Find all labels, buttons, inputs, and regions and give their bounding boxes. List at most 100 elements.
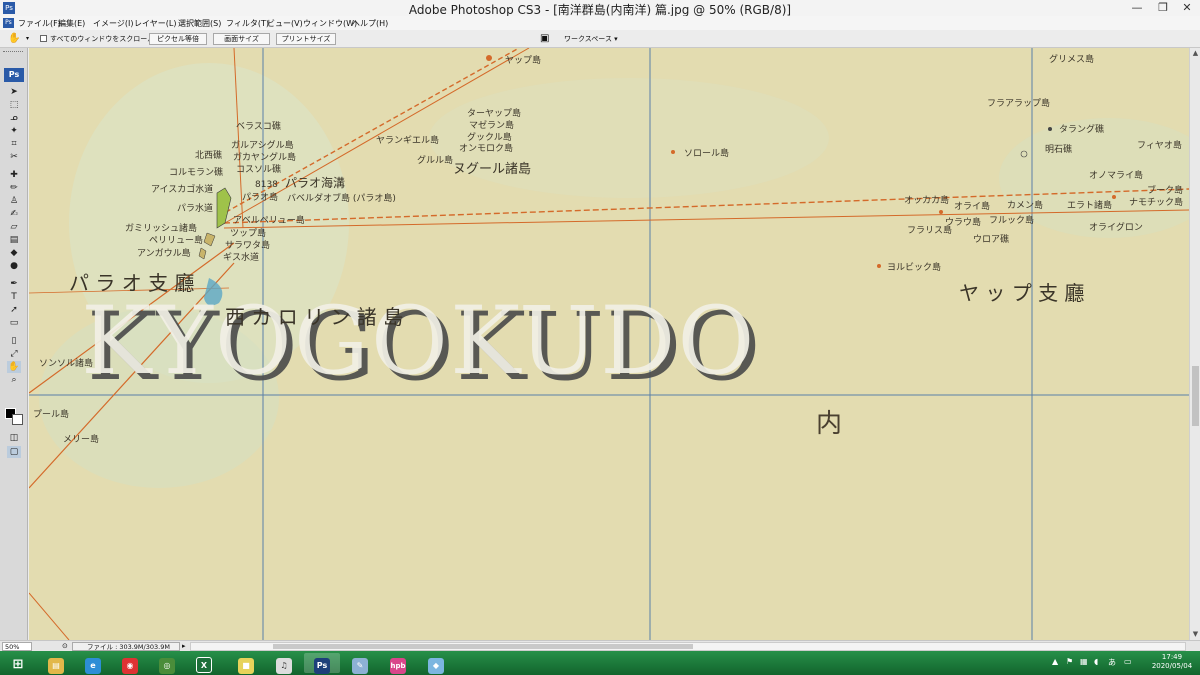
label-region-parao: パ ラ オ 支 廳	[69, 271, 194, 295]
dodge-icon[interactable]: ●	[7, 260, 21, 272]
label-tsupa: ツップ島	[230, 227, 266, 239]
taskbar-chrome-alt[interactable]: ◎	[149, 653, 185, 674]
marquee-icon[interactable]: ⬚	[7, 99, 21, 111]
pen-icon[interactable]: ✒	[7, 278, 21, 290]
zoom-field[interactable]: 50%	[2, 642, 32, 651]
type-icon[interactable]: T	[7, 291, 21, 303]
magic-wand-icon[interactable]: ✦	[7, 125, 21, 137]
tray-flag-icon[interactable]: ⚑	[1066, 657, 1073, 666]
label-urau: ウラウ島	[945, 216, 981, 228]
label-gakayanguru: ガカヤングル島	[233, 151, 296, 163]
fit-screen-button[interactable]: 画面サイズ	[213, 33, 270, 45]
menu-edit[interactable]: 編集(E)	[58, 18, 85, 29]
file-explorer-icon: ▤	[48, 658, 64, 674]
workspace-menu[interactable]: ワークスペース ▾	[564, 34, 618, 44]
lasso-icon[interactable]: ᓄ	[7, 112, 21, 124]
quick-mask-icon[interactable]: ◫	[7, 432, 21, 444]
label-kamen: カメン島	[1007, 199, 1043, 211]
path-select-icon[interactable]: ➚	[7, 304, 21, 316]
document-canvas[interactable]: KYOGOKUDO KYOGOKUDO グリメス島 フラアラップ島 タラング礁 …	[29, 48, 1189, 640]
tray-network-icon[interactable]: ▦	[1080, 657, 1088, 666]
menu-file[interactable]: ファイル(F)	[18, 18, 61, 29]
label-onmorok: オンモロク島	[459, 142, 513, 154]
taskbar-folder[interactable]: ■	[228, 653, 264, 674]
slice-icon[interactable]: ✂	[7, 151, 21, 163]
label-sororu: ソロール島	[684, 147, 729, 159]
print-size-button[interactable]: プリントサイズ	[276, 33, 336, 45]
tray-keyboard-icon[interactable]: ▭	[1124, 657, 1132, 666]
label-fraarap: フラアラップ島	[987, 97, 1050, 109]
minimize-button[interactable]: —	[1124, 0, 1150, 16]
taskbar-ie[interactable]: e	[75, 653, 111, 674]
menu-view[interactable]: ビュー(V)	[267, 18, 303, 29]
taskbar-itunes[interactable]: ♫	[266, 653, 302, 674]
label-oraigron: オライグロン	[1089, 221, 1143, 233]
scroll-up-icon[interactable]: ▲	[1191, 49, 1200, 58]
label-naimain: 内	[816, 409, 842, 439]
taskbar-excel[interactable]: X	[186, 653, 222, 673]
menu-help[interactable]: ヘルプ(H)	[352, 18, 388, 29]
tool-preset-chevron-icon[interactable]: ▾	[26, 35, 29, 42]
shape-icon[interactable]: ▭	[7, 317, 21, 329]
tray-up-chevron-icon[interactable]: ▲	[1052, 657, 1058, 666]
tray-volume-icon[interactable]: ◖	[1094, 657, 1098, 666]
brush-icon[interactable]: ✏	[7, 182, 21, 194]
eraser-icon[interactable]: ▱	[7, 221, 21, 233]
taskbar-hpb[interactable]: hpb	[380, 653, 416, 674]
background-color-swatch[interactable]	[12, 414, 23, 425]
vertical-scrollbar[interactable]: ▲ ▼	[1189, 48, 1200, 640]
scroll-all-checkbox[interactable]	[40, 35, 47, 42]
menu-filter[interactable]: フィルタ(T)	[226, 18, 269, 29]
horizontal-scrollbar[interactable]	[190, 642, 1186, 651]
notes-icon[interactable]: ▯	[7, 335, 21, 347]
history-brush-icon[interactable]: ✍	[7, 208, 21, 220]
actual-pixels-button[interactable]: ピクセル等倍	[149, 33, 207, 45]
taskbar-chrome[interactable]: ◉	[112, 653, 148, 674]
taskbar-misc[interactable]: ◆	[418, 653, 454, 674]
label-onomarai: オノマライ島	[1089, 169, 1143, 181]
screen-mode-icon[interactable]: ▢	[7, 446, 21, 458]
move-icon[interactable]: ➤	[7, 86, 21, 98]
label-periryu: ペリリュー島	[149, 234, 203, 246]
horizontal-scroll-thumb[interactable]	[273, 644, 693, 649]
blur-icon[interactable]: ◆	[7, 247, 21, 259]
taskbar-paint[interactable]: ✎	[342, 653, 378, 674]
status-menu-chevron-icon[interactable]: ▸	[182, 642, 186, 650]
title-bar: Ps Adobe Photoshop CS3 - [南洋群島(内南洋) 篇.jp…	[0, 0, 1200, 17]
taskbar-explorer[interactable]: ▤	[38, 653, 74, 674]
label-jappa: ヤップ島	[505, 54, 541, 66]
eyedropper-icon[interactable]: ⤢	[7, 348, 21, 360]
close-button[interactable]: ✕	[1174, 0, 1200, 16]
status-bar: 50% ⊙ ファイル : 303.9M/303.9M ▸	[0, 640, 1200, 651]
stamp-icon[interactable]: ♙	[7, 195, 21, 207]
tray-ime-icon[interactable]: あ	[1108, 657, 1116, 668]
menu-image[interactable]: イメージ(I)	[93, 18, 133, 29]
vertical-scroll-thumb[interactable]	[1192, 366, 1199, 426]
label-yolbik: ヨルビック島	[887, 261, 941, 273]
taskbar-clock[interactable]: 17:49 2020/05/04	[1148, 653, 1196, 671]
hand-icon[interactable]: ✋	[7, 361, 21, 373]
status-info-icon[interactable]: ⊙	[62, 642, 68, 650]
restore-button[interactable]: ❐	[1150, 0, 1176, 16]
label-tarang: タラング礁	[1059, 123, 1104, 135]
ps-menu-icon[interactable]: Ps	[3, 18, 14, 28]
healing-icon[interactable]: ✚	[7, 169, 21, 181]
taskbar-photoshop[interactable]: Ps	[304, 653, 340, 674]
workspace-icon[interactable]: ▣	[540, 33, 549, 44]
hpb-icon: hpb	[390, 658, 406, 674]
crop-icon[interactable]: ⌗	[7, 138, 21, 150]
scroll-down-icon[interactable]: ▼	[1191, 630, 1200, 639]
menu-window[interactable]: ウィンドウ(W)	[303, 18, 357, 29]
start-button[interactable]: ⊞	[0, 653, 36, 673]
menu-select[interactable]: 選択範囲(S)	[178, 18, 221, 29]
label-parawater: パラ水道	[177, 202, 213, 214]
gradient-icon[interactable]: ▤	[7, 234, 21, 246]
label-myoseki: 明石礁	[1045, 143, 1072, 155]
label-sonsoru: ソンソル諸島	[39, 357, 93, 369]
hand-tool-icon[interactable]: ✋	[8, 33, 20, 44]
label-sitanabe: アベルペリュー島	[233, 214, 305, 226]
menu-layer[interactable]: レイヤー(L)	[134, 18, 176, 29]
clock-time: 17:49	[1161, 653, 1183, 661]
zoom-icon[interactable]: ⌕	[7, 374, 21, 386]
toolbox-grip[interactable]	[3, 51, 23, 54]
